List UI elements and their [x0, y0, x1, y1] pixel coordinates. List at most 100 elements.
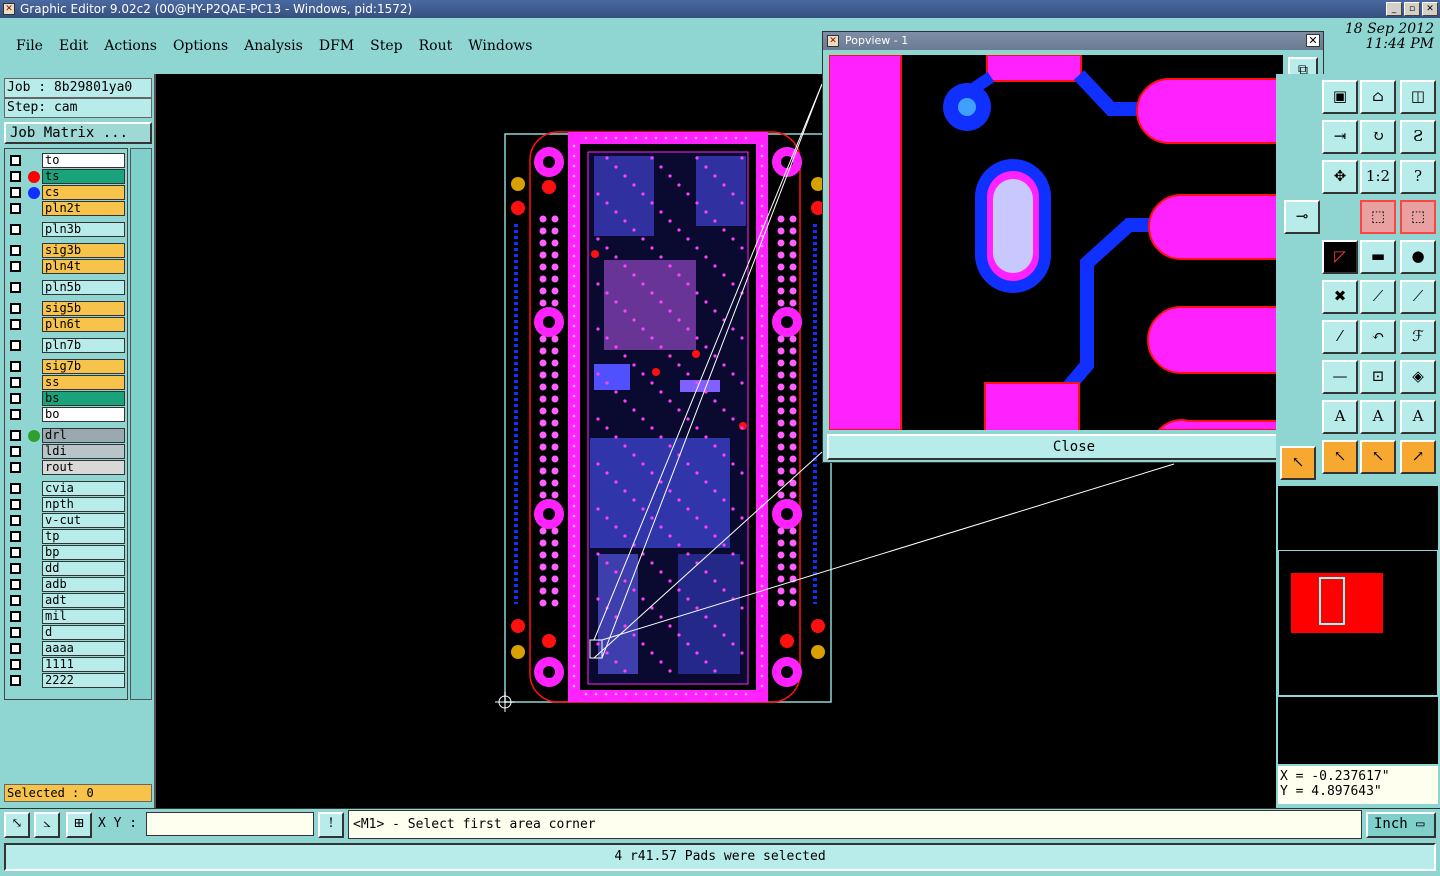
- layer-row-cvia[interactable]: cvia: [7, 481, 125, 496]
- move-icon[interactable]: ✥: [1322, 160, 1358, 194]
- layer-name[interactable]: adb: [42, 577, 125, 592]
- pointer-select-icon[interactable]: ↖: [1360, 440, 1396, 474]
- split-view-icon[interactable]: ◫: [1400, 80, 1436, 114]
- layer-checkbox[interactable]: [10, 171, 21, 182]
- layer-row-bo[interactable]: bo: [7, 407, 125, 422]
- layer-name[interactable]: tp: [42, 529, 125, 544]
- layer-name[interactable]: npth: [42, 497, 125, 512]
- layer-checkbox[interactable]: [10, 446, 21, 457]
- layer-name[interactable]: to: [42, 153, 125, 168]
- snap-icon[interactable]: Ƨ: [1400, 120, 1436, 154]
- layer-row-to[interactable]: to: [7, 153, 125, 168]
- layer-checkbox[interactable]: [10, 340, 21, 351]
- layer-name[interactable]: sig5b: [42, 301, 125, 316]
- layer-checkbox[interactable]: [10, 547, 21, 558]
- layer-row-pln7b[interactable]: pln7b: [7, 338, 125, 353]
- menu-options[interactable]: Options: [165, 38, 236, 54]
- job-matrix-button[interactable]: Job Matrix ...: [4, 122, 152, 144]
- layer-checkbox[interactable]: [10, 303, 21, 314]
- layer-checkbox[interactable]: [10, 643, 21, 654]
- layer-row-bp[interactable]: bp: [7, 545, 125, 560]
- layer-checkbox[interactable]: [10, 499, 21, 510]
- layer-row-2222[interactable]: 2222: [7, 673, 125, 688]
- layer-name[interactable]: 2222: [42, 673, 125, 688]
- layer-row-bs[interactable]: bs: [7, 391, 125, 406]
- popview-close-button[interactable]: Close: [827, 434, 1321, 460]
- layer-name[interactable]: dd: [42, 561, 125, 576]
- pen-icon[interactable]: ⁄: [1322, 320, 1358, 354]
- shapes-icon[interactable]: ◈: [1400, 360, 1436, 394]
- pad-icon[interactable]: ●: [1400, 240, 1436, 274]
- popview-title-bar[interactable]: ✕ Popview - 1 ✕: [823, 32, 1323, 50]
- layer-name[interactable]: ts: [42, 169, 125, 184]
- layer-list-scrollbar[interactable]: [130, 148, 152, 700]
- menu-file[interactable]: File: [8, 38, 51, 54]
- layer-row-ts[interactable]: ts: [7, 169, 125, 184]
- layer-checkbox[interactable]: [10, 531, 21, 542]
- layer-checkbox[interactable]: [10, 245, 21, 256]
- arc-icon[interactable]: ↶: [1360, 320, 1396, 354]
- dimension-icon[interactable]: ⊡: [1360, 360, 1396, 394]
- layer-name[interactable]: bp: [42, 545, 125, 560]
- layer-row-sig7b[interactable]: sig7b: [7, 359, 125, 374]
- layer-checkbox[interactable]: [10, 361, 21, 372]
- layer-row-dd[interactable]: dd: [7, 561, 125, 576]
- popview-canvas[interactable]: [829, 55, 1283, 430]
- layer-checkbox[interactable]: [10, 261, 21, 272]
- layer-name[interactable]: mil: [42, 609, 125, 624]
- layer-row-aaaa[interactable]: aaaa: [7, 641, 125, 656]
- layer-row-cs[interactable]: cs: [7, 185, 125, 200]
- line-add-icon[interactable]: ⟋: [1400, 280, 1436, 314]
- font-icon[interactable]: ℱ: [1400, 320, 1436, 354]
- layer-name[interactable]: pln4t: [42, 259, 125, 274]
- layer-name[interactable]: bs: [42, 391, 125, 406]
- help-icon[interactable]: ?: [1400, 160, 1436, 194]
- layer-row-pln6t[interactable]: pln6t: [7, 317, 125, 332]
- layer-row-pln5b[interactable]: pln5b: [7, 280, 125, 295]
- menu-dfm[interactable]: DFM: [311, 38, 362, 54]
- layer-name[interactable]: bo: [42, 407, 125, 422]
- layer-row-pln2t[interactable]: pln2t: [7, 201, 125, 216]
- unit-select[interactable]: Inch ▭: [1366, 812, 1436, 838]
- draw-icon[interactable]: ◸: [1322, 240, 1358, 274]
- menu-rout[interactable]: Rout: [411, 38, 461, 54]
- layer-name[interactable]: adt: [42, 593, 125, 608]
- layer-checkbox[interactable]: [10, 409, 21, 420]
- layer-checkbox[interactable]: [10, 611, 21, 622]
- layer-name[interactable]: ldi: [42, 444, 125, 459]
- route-icon[interactable]: ⬚: [1360, 200, 1396, 234]
- layer-row-sig5b[interactable]: sig5b: [7, 301, 125, 316]
- layer-name[interactable]: d: [42, 625, 125, 640]
- home-icon[interactable]: ⌂: [1360, 80, 1396, 114]
- menu-windows[interactable]: Windows: [460, 38, 540, 54]
- layer-checkbox[interactable]: [10, 462, 21, 473]
- minimize-button[interactable]: _: [1386, 2, 1402, 16]
- layer-name[interactable]: pln7b: [42, 338, 125, 353]
- pan-icon[interactable]: ⇥: [1322, 120, 1358, 154]
- layer-row-npth[interactable]: npth: [7, 497, 125, 512]
- layer-checkbox[interactable]: [10, 203, 21, 214]
- layer-checkbox[interactable]: [10, 483, 21, 494]
- pointer-path-icon[interactable]: ↗: [1400, 440, 1436, 474]
- layer-row-sig3b[interactable]: sig3b: [7, 243, 125, 258]
- measure-icon[interactable]: ⊸: [1284, 200, 1320, 234]
- layer-name[interactable]: ss: [42, 375, 125, 390]
- layer-checkbox[interactable]: [10, 393, 21, 404]
- layer-checkbox[interactable]: [10, 659, 21, 670]
- layer-name[interactable]: drl: [42, 428, 125, 443]
- layer-checkbox[interactable]: [10, 595, 21, 606]
- xy-input[interactable]: [146, 812, 314, 836]
- redraw-icon[interactable]: ↻: [1360, 120, 1396, 154]
- delete-icon[interactable]: ✖: [1322, 280, 1358, 314]
- close-window-button[interactable]: ✕: [1422, 2, 1438, 16]
- menu-step[interactable]: Step: [362, 38, 410, 54]
- layer-name[interactable]: sig7b: [42, 359, 125, 374]
- zoom-area-icon[interactable]: ⤡: [4, 812, 30, 838]
- measure-tool-icon[interactable]: ⦣: [34, 812, 60, 838]
- layer-name[interactable]: pln5b: [42, 280, 125, 295]
- select-mode-icon[interactable]: ↖: [1280, 446, 1316, 480]
- layer-row-rout[interactable]: rout: [7, 460, 125, 475]
- layer-checkbox[interactable]: [10, 675, 21, 686]
- layer-checkbox[interactable]: [10, 187, 21, 198]
- ruler-icon[interactable]: ▬: [1360, 240, 1396, 274]
